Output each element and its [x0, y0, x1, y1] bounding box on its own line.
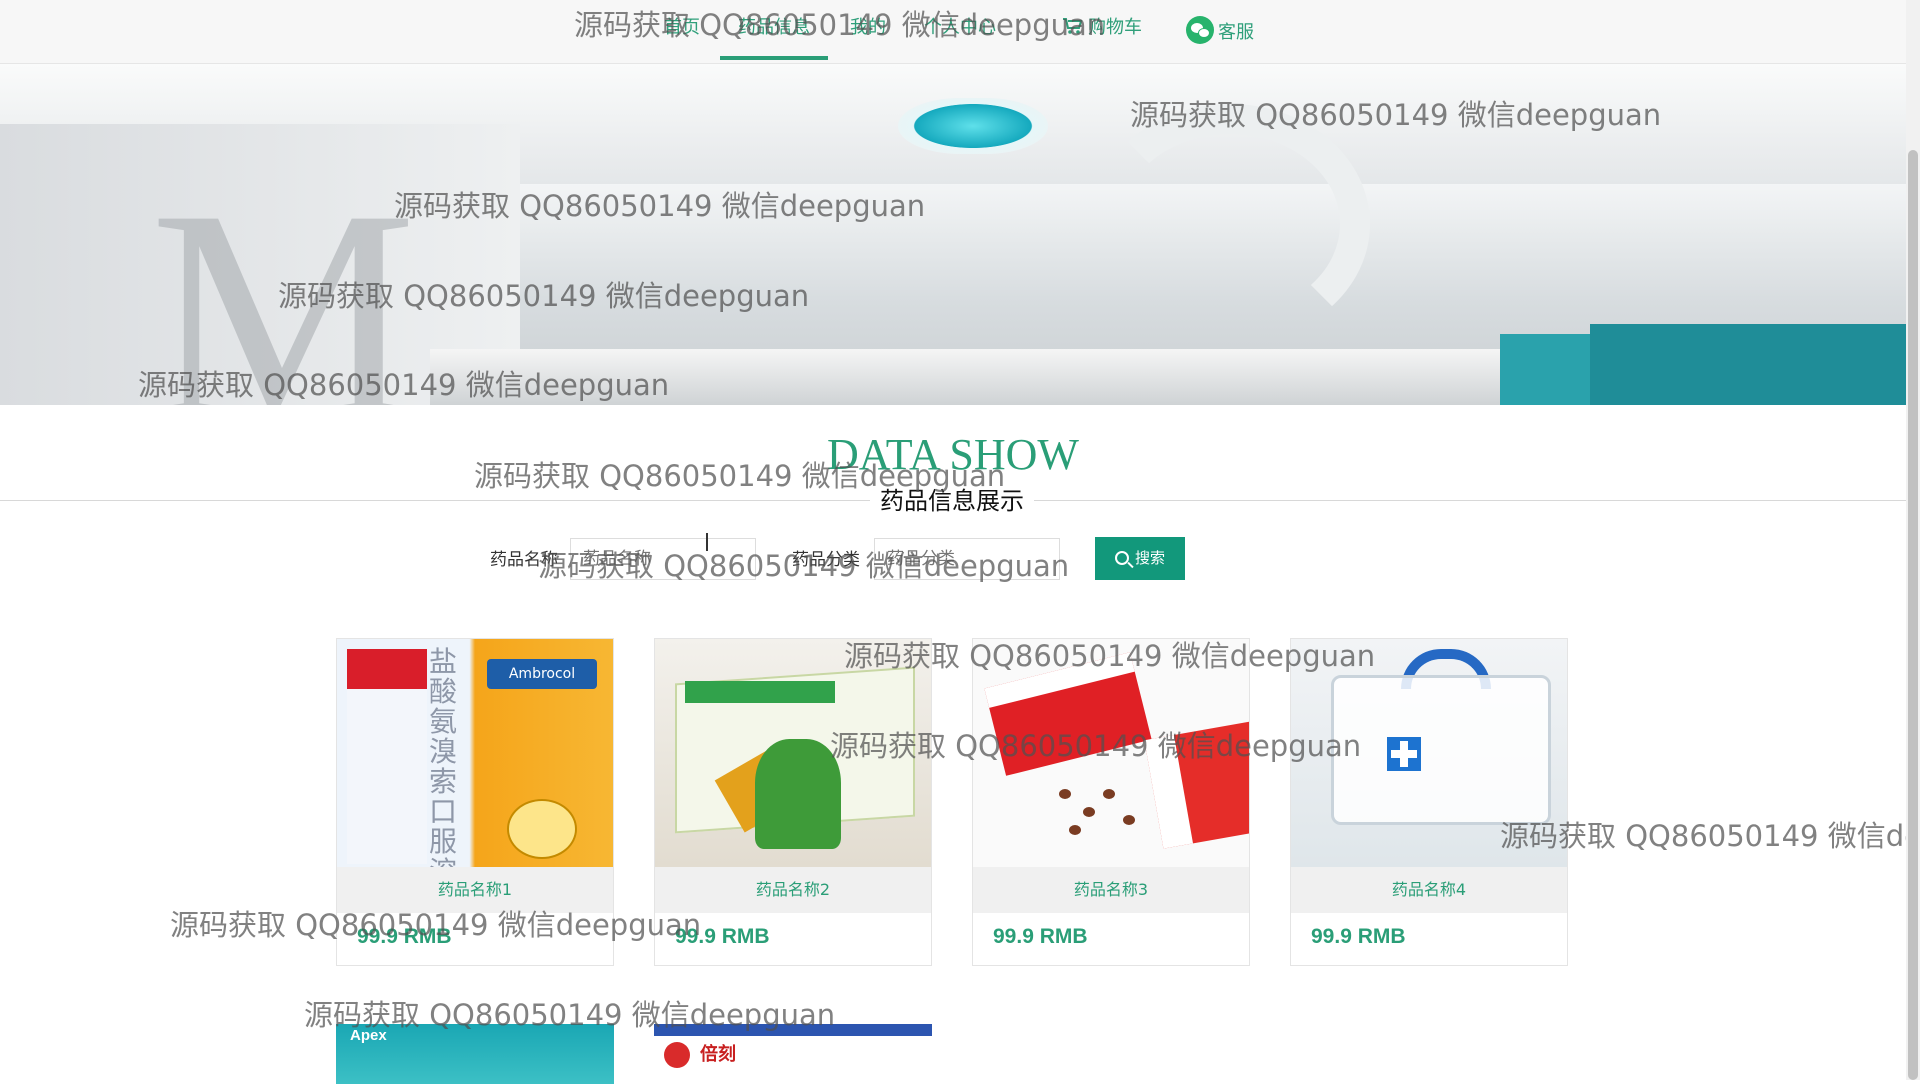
package-brand: Apex: [350, 1027, 387, 1044]
package-label: [685, 681, 835, 703]
product-price: 99.9 RMB: [1311, 925, 1406, 948]
product-image[interactable]: [973, 639, 1249, 867]
cart-icon: [1063, 18, 1083, 34]
nav-cart-label: 购物车: [1088, 17, 1142, 38]
product-image-partial[interactable]: Apex: [336, 1024, 614, 1084]
pill: [1059, 789, 1071, 799]
product-price: 99.9 RMB: [357, 925, 452, 948]
search-button[interactable]: 搜索: [1095, 537, 1185, 580]
product-image[interactable]: [1291, 639, 1567, 867]
section-title: DATA SHOW: [827, 430, 1079, 479]
drug-name-label: 药品名称: [490, 550, 558, 570]
scrollbar-thumb[interactable]: [1908, 150, 1918, 1080]
pill: [1083, 807, 1095, 817]
search-icon: [1114, 551, 1129, 565]
brand-logo-icon: [664, 1042, 690, 1068]
search-button-label: 搜索: [1134, 550, 1165, 567]
banner-cabinet-small: [1500, 334, 1590, 405]
product-image[interactable]: 盐酸氨溴索口服溶液 Ambrocol: [337, 639, 613, 867]
product-name[interactable]: 药品名称1: [337, 867, 613, 913]
drug-category-label: 药品分类: [792, 550, 860, 570]
product-price: 99.9 RMB: [993, 925, 1088, 948]
text-cursor: [706, 533, 708, 551]
nav-cart[interactable]: 购物车: [1062, 16, 1142, 64]
wechat-icon: [1186, 16, 1214, 44]
product-name[interactable]: 药品名称2: [655, 867, 931, 913]
nav-my[interactable]: 我的: [850, 16, 886, 64]
first-aid-kit: [1331, 675, 1551, 825]
drug-name-input[interactable]: [570, 538, 756, 580]
banner-letter-decoration: M: [150, 148, 417, 405]
nav-home[interactable]: 首页: [664, 16, 700, 64]
package-brand: 倍刻: [700, 1044, 736, 1065]
surgical-lamp: [898, 98, 1048, 154]
product-card[interactable]: 盐酸氨溴索口服溶液 Ambrocol 药品名称1 99.9 RMB: [336, 638, 614, 966]
nav-drug-info[interactable]: 药品信息: [720, 16, 828, 64]
top-navbar: 首页 药品信息 我的 个人中心 购物车 客服: [0, 0, 1906, 64]
package-hero: [755, 739, 841, 849]
product-image[interactable]: [655, 639, 931, 867]
pill: [1069, 825, 1081, 835]
drug-category-input[interactable]: [874, 538, 1060, 580]
package-brand: Ambrocol: [487, 659, 597, 689]
product-card[interactable]: 药品名称2 99.9 RMB: [654, 638, 932, 966]
product-name[interactable]: 药品名称4: [1291, 867, 1567, 913]
banner-arm: [1090, 104, 1370, 344]
package-mascot: [507, 799, 577, 859]
medical-cross-icon: [1387, 737, 1421, 771]
nav-service[interactable]: 客服: [1186, 16, 1254, 64]
hero-banner: M: [0, 64, 1906, 405]
package-box-a: [984, 652, 1152, 776]
package-lettering: 盐酸氨溴索口服溶液: [429, 645, 458, 868]
product-card[interactable]: 药品名称4 99.9 RMB: [1290, 638, 1568, 966]
product-image-partial[interactable]: 倍刻: [654, 1024, 932, 1084]
product-bottle: [347, 649, 427, 864]
product-card[interactable]: 药品名称3 99.9 RMB: [972, 638, 1250, 966]
banner-counter: [430, 349, 1530, 405]
nav-personal-center[interactable]: 个人中心: [924, 16, 996, 64]
pill: [1103, 789, 1115, 799]
product-price: 99.9 RMB: [675, 925, 770, 948]
banner-cabinet: [1590, 324, 1906, 405]
section-subtitle: 药品信息展示: [870, 486, 1034, 516]
pill: [1123, 815, 1135, 825]
product-name[interactable]: 药品名称3: [973, 867, 1249, 913]
nav-service-label: 客服: [1218, 22, 1254, 43]
package-box-b: [1144, 719, 1249, 849]
